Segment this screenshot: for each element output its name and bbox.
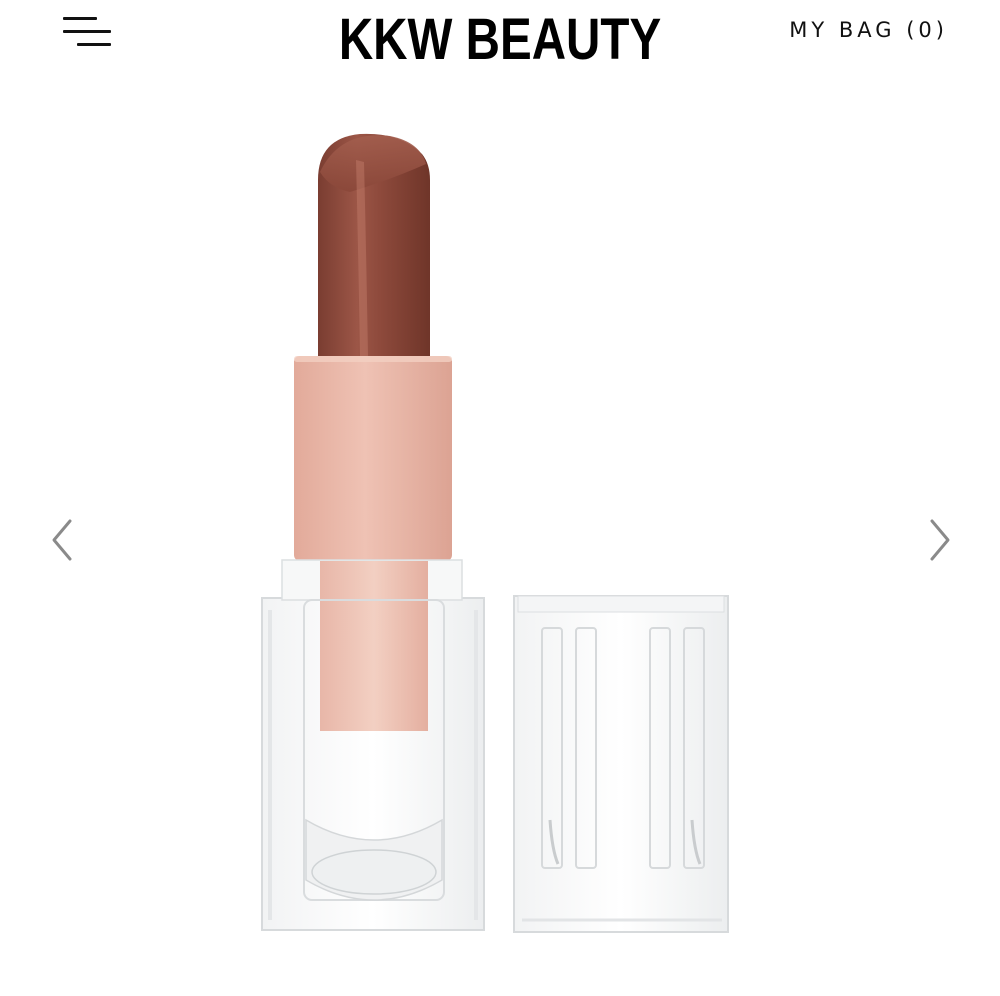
my-bag-link[interactable]: MY BAG (0) xyxy=(789,18,948,42)
product-image xyxy=(261,133,729,933)
product-image-carousel xyxy=(0,90,1000,996)
chevron-left-icon xyxy=(52,519,72,561)
site-header: KKW BEAUTY MY BAG (0) xyxy=(0,0,1000,90)
chevron-right-icon xyxy=(930,519,950,561)
carousel-next-button[interactable] xyxy=(920,515,960,565)
brand-logo[interactable]: KKW BEAUTY xyxy=(336,4,664,76)
carousel-prev-button[interactable] xyxy=(42,515,82,565)
menu-button[interactable] xyxy=(58,14,118,54)
